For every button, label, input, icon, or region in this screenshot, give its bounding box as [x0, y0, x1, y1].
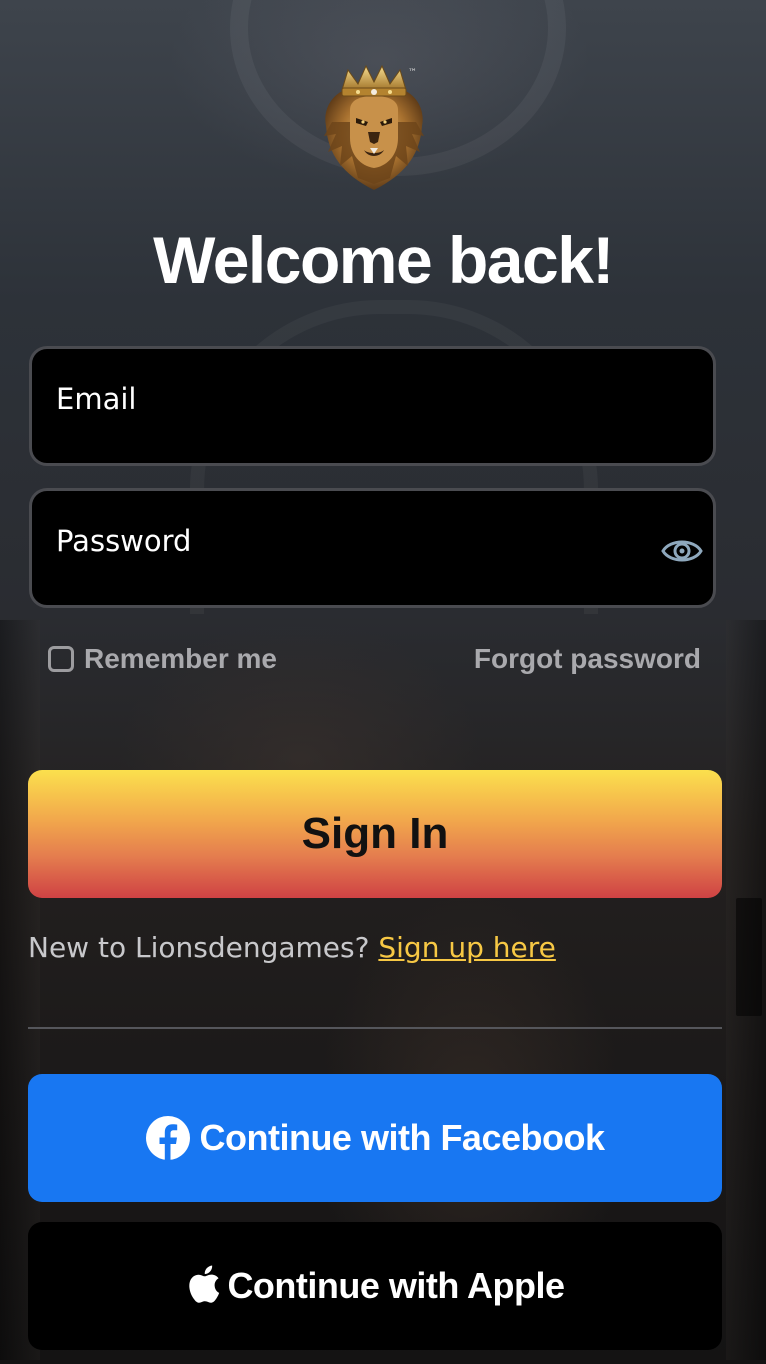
trademark-symbol: ™ [408, 68, 417, 78]
checkbox-box[interactable] [48, 646, 74, 672]
lion-crown-logo-icon [324, 64, 424, 190]
forgot-password-link[interactable]: Forgot password [474, 641, 701, 677]
email-field[interactable] [29, 346, 716, 466]
sign-in-label: Sign In [301, 809, 449, 858]
password-field[interactable] [29, 488, 716, 608]
apple-button-label: Continue with Apple [227, 1265, 565, 1306]
facebook-button-label: Continue with Facebook [199, 1117, 605, 1158]
continue-with-apple-button[interactable]: Continue with Apple [28, 1222, 722, 1350]
facebook-icon [146, 1116, 191, 1161]
page-title: Welcome back! [153, 223, 614, 297]
password-input[interactable] [56, 519, 656, 563]
signup-prompt: New to Lionsdengames? Sign up here [28, 928, 556, 968]
sign-in-button[interactable]: Sign In [28, 770, 722, 898]
remember-me-label: Remember me [84, 643, 277, 674]
background-panel [736, 898, 762, 1016]
eye-icon[interactable] [660, 535, 704, 567]
divider [28, 1027, 722, 1029]
continue-with-facebook-button[interactable]: Continue with Facebook [28, 1074, 722, 1202]
signup-prompt-text: New to Lionsdengames? [28, 931, 370, 964]
sign-up-link[interactable]: Sign up here [378, 931, 556, 964]
apple-icon [189, 1265, 220, 1303]
email-input[interactable] [56, 377, 656, 421]
remember-me-checkbox[interactable]: Remember me [48, 641, 277, 677]
